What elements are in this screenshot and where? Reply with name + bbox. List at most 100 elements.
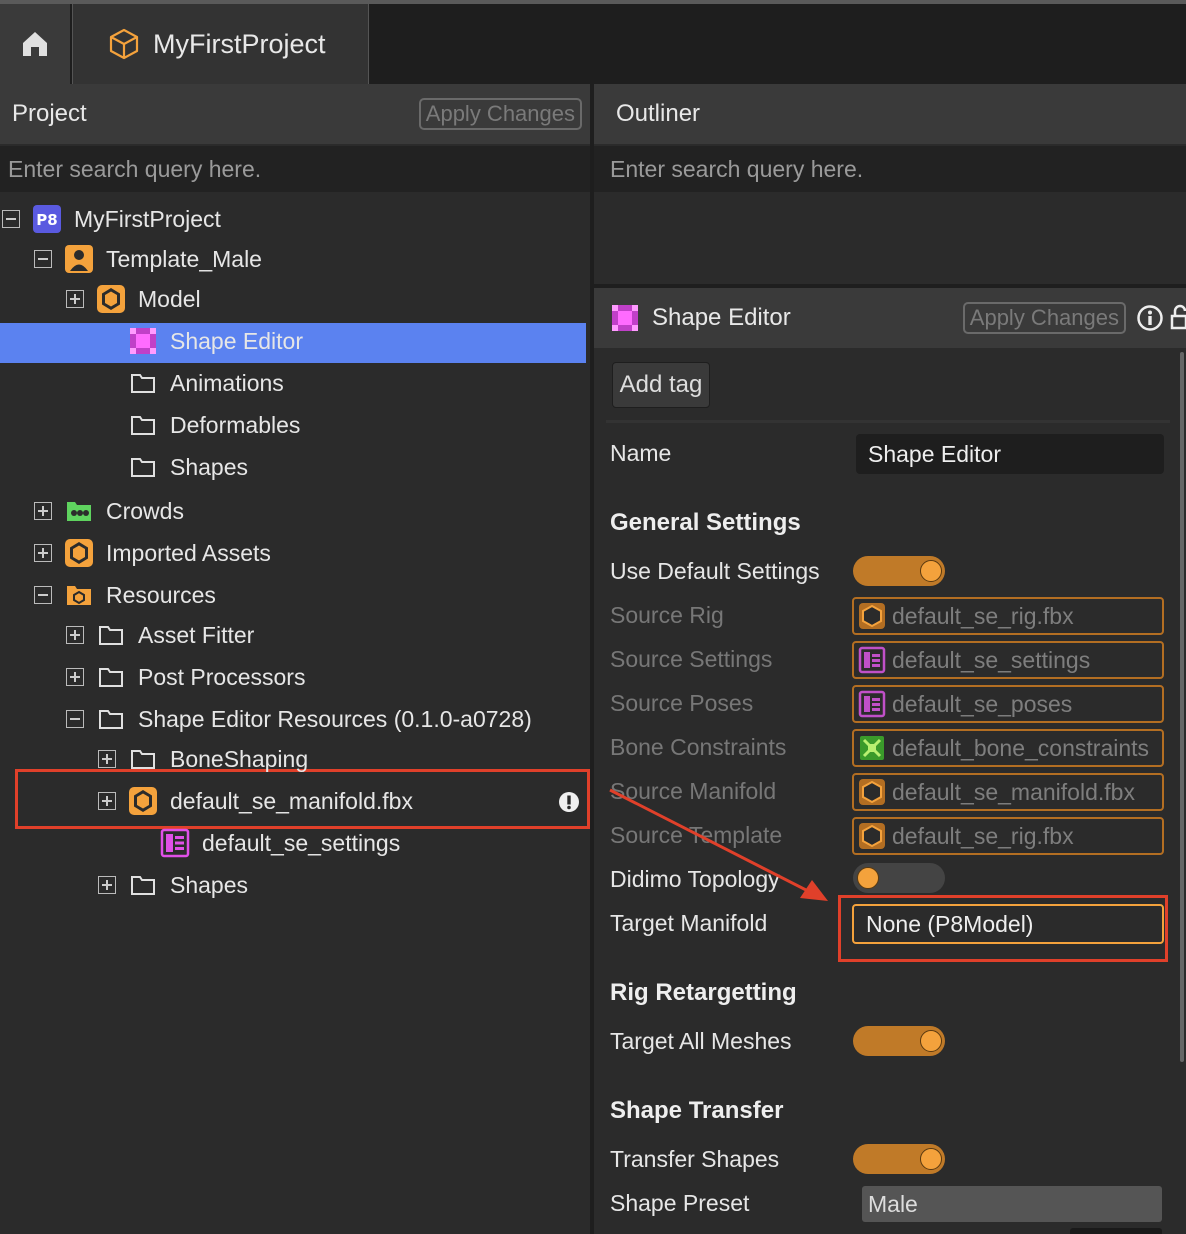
settings-asset-icon [160, 828, 190, 858]
shape-preset-label: Shape Preset [610, 1190, 750, 1216]
collapse-icon[interactable] [34, 250, 52, 268]
project-panel-header: Project Apply Changes [0, 84, 590, 144]
source-rig-label: Source Rig [610, 602, 724, 628]
name-input-value: Shape Editor [868, 440, 1001, 467]
project-search-input[interactable]: Enter search query here. [0, 146, 590, 192]
source-settings-field[interactable]: default_se_settings [852, 641, 1164, 679]
shape-editor-icon [612, 305, 638, 331]
tree-row[interactable]: BoneShaping [98, 739, 588, 779]
shape-preset-dropdown[interactable]: Male [862, 1186, 1162, 1222]
general-settings-heading: General Settings [610, 509, 801, 536]
tree-row-label: Crowds [106, 497, 184, 524]
tree-row-label: Shape Editor Resources (0.1.0-a0728) [138, 705, 532, 732]
tree-row-label: MyFirstProject [74, 205, 221, 232]
apply-changes-button[interactable]: Apply Changes [418, 98, 582, 130]
source-settings-value: default_se_settings [892, 646, 1091, 673]
settings-asset-icon [858, 646, 886, 674]
bone-constraints-value: default_bone_constraints [892, 734, 1150, 761]
bone-constraints-field[interactable]: default_bone_constraints [852, 729, 1164, 767]
info-icon[interactable] [1136, 304, 1164, 332]
tree-row[interactable]: P8 MyFirstProject [2, 199, 588, 239]
target-all-meshes-toggle[interactable] [853, 1026, 945, 1056]
hexagon-icon [859, 603, 885, 629]
hexagon-icon [859, 779, 885, 805]
hexagon-icon [859, 823, 885, 849]
expand-icon[interactable] [98, 792, 116, 810]
tree-row[interactable]: default_se_manifold.fbx [98, 781, 588, 821]
collapse-icon[interactable] [34, 586, 52, 604]
folder-icon [128, 744, 158, 774]
didimo-topology-toggle[interactable] [853, 863, 945, 893]
tree-row[interactable]: Model [66, 279, 588, 319]
tree-row[interactable]: Animations [98, 363, 588, 403]
inspector-apply-changes-button[interactable]: Apply Changes [962, 302, 1126, 334]
inspector-header: Shape Editor Apply Changes [594, 288, 1186, 348]
tree-row[interactable]: Shape Editor [98, 321, 588, 361]
warning-icon[interactable] [558, 791, 580, 819]
bone-constraints-label: Bone Constraints [610, 734, 787, 760]
tree-row[interactable]: Shapes [98, 865, 588, 905]
expand-icon[interactable] [34, 502, 52, 520]
tree-row[interactable]: default_se_settings [130, 823, 588, 863]
tree-row[interactable]: Asset Fitter [66, 615, 588, 655]
tree-row-label: Imported Assets [106, 539, 271, 566]
source-settings-label: Source Settings [610, 646, 773, 672]
inspector-scrollbar[interactable] [1180, 352, 1184, 1062]
expand-icon[interactable] [66, 626, 84, 644]
shape-transfer-heading: Shape Transfer [610, 1097, 784, 1124]
hexagon-icon [64, 538, 94, 568]
tree-row[interactable]: Template_Male [34, 239, 588, 279]
name-input[interactable]: Shape Editor [856, 434, 1164, 474]
bone-constraints-icon [860, 736, 884, 760]
folder-icon [128, 410, 158, 440]
tree-row-label: Model [138, 285, 201, 312]
tree-row[interactable]: Shape Editor Resources (0.1.0-a0728) [66, 699, 588, 739]
use-default-settings-toggle[interactable] [853, 556, 945, 586]
expand-icon[interactable] [98, 876, 116, 894]
source-poses-field[interactable]: default_se_poses [852, 685, 1164, 723]
expand-icon[interactable] [66, 668, 84, 686]
outliner-search-input[interactable]: Enter search query here. [594, 146, 1186, 192]
outliner-header: Outliner [594, 84, 1186, 144]
expand-icon[interactable] [98, 750, 116, 768]
use-default-settings-label: Use Default Settings [610, 558, 820, 584]
tree-row-label: Animations [170, 369, 284, 396]
tree-row[interactable]: Post Processors [66, 657, 588, 697]
transfer-shapes-toggle[interactable] [853, 1144, 945, 1174]
home-button[interactable] [0, 4, 70, 84]
source-poses-label: Source Poses [610, 690, 754, 716]
tree-row-label: Post Processors [138, 663, 306, 690]
tree-row[interactable]: Imported Assets [34, 533, 588, 573]
expand-icon[interactable] [34, 544, 52, 562]
project-panel-title: Project [12, 100, 87, 127]
tree-row[interactable]: Deformables [98, 405, 588, 445]
annotation-arrow-icon [609, 788, 828, 901]
outliner-panel: Outliner Enter search query here. [594, 84, 1186, 284]
highlight-box-target-manifold [838, 895, 1168, 962]
lock-icon[interactable] [1170, 304, 1186, 332]
source-template-field[interactable]: default_se_rig.fbx [852, 817, 1164, 855]
hexagon-icon [128, 786, 158, 816]
project-tab[interactable]: MyFirstProject [72, 4, 369, 84]
source-manifold-field[interactable]: default_se_manifold.fbx [852, 773, 1164, 811]
home-icon [23, 32, 47, 56]
outliner-title: Outliner [616, 100, 701, 127]
shape-editor-icon [128, 326, 158, 356]
cube-icon [109, 28, 139, 60]
expand-icon[interactable] [66, 290, 84, 308]
collapse-icon[interactable] [2, 210, 20, 228]
tree-row-label: Deformables [170, 411, 301, 438]
tree-row-label: default_se_manifold.fbx [170, 787, 413, 814]
tree-row-label: BoneShaping [170, 745, 309, 772]
add-tag-button[interactable]: Add tag [612, 362, 710, 408]
collapse-icon[interactable] [66, 710, 84, 728]
tree-row[interactable]: Resources [34, 575, 588, 615]
folder-icon [96, 620, 126, 650]
poses-asset-icon [858, 690, 886, 718]
crowd-icon [64, 496, 94, 526]
tree-row[interactable]: Shapes [98, 447, 588, 487]
source-rig-field[interactable]: default_se_rig.fbx [852, 597, 1164, 635]
shape-preset-value: Male [868, 1190, 918, 1217]
target-all-meshes-label: Target All Meshes [610, 1028, 792, 1054]
tree-row[interactable]: Crowds [34, 491, 588, 531]
